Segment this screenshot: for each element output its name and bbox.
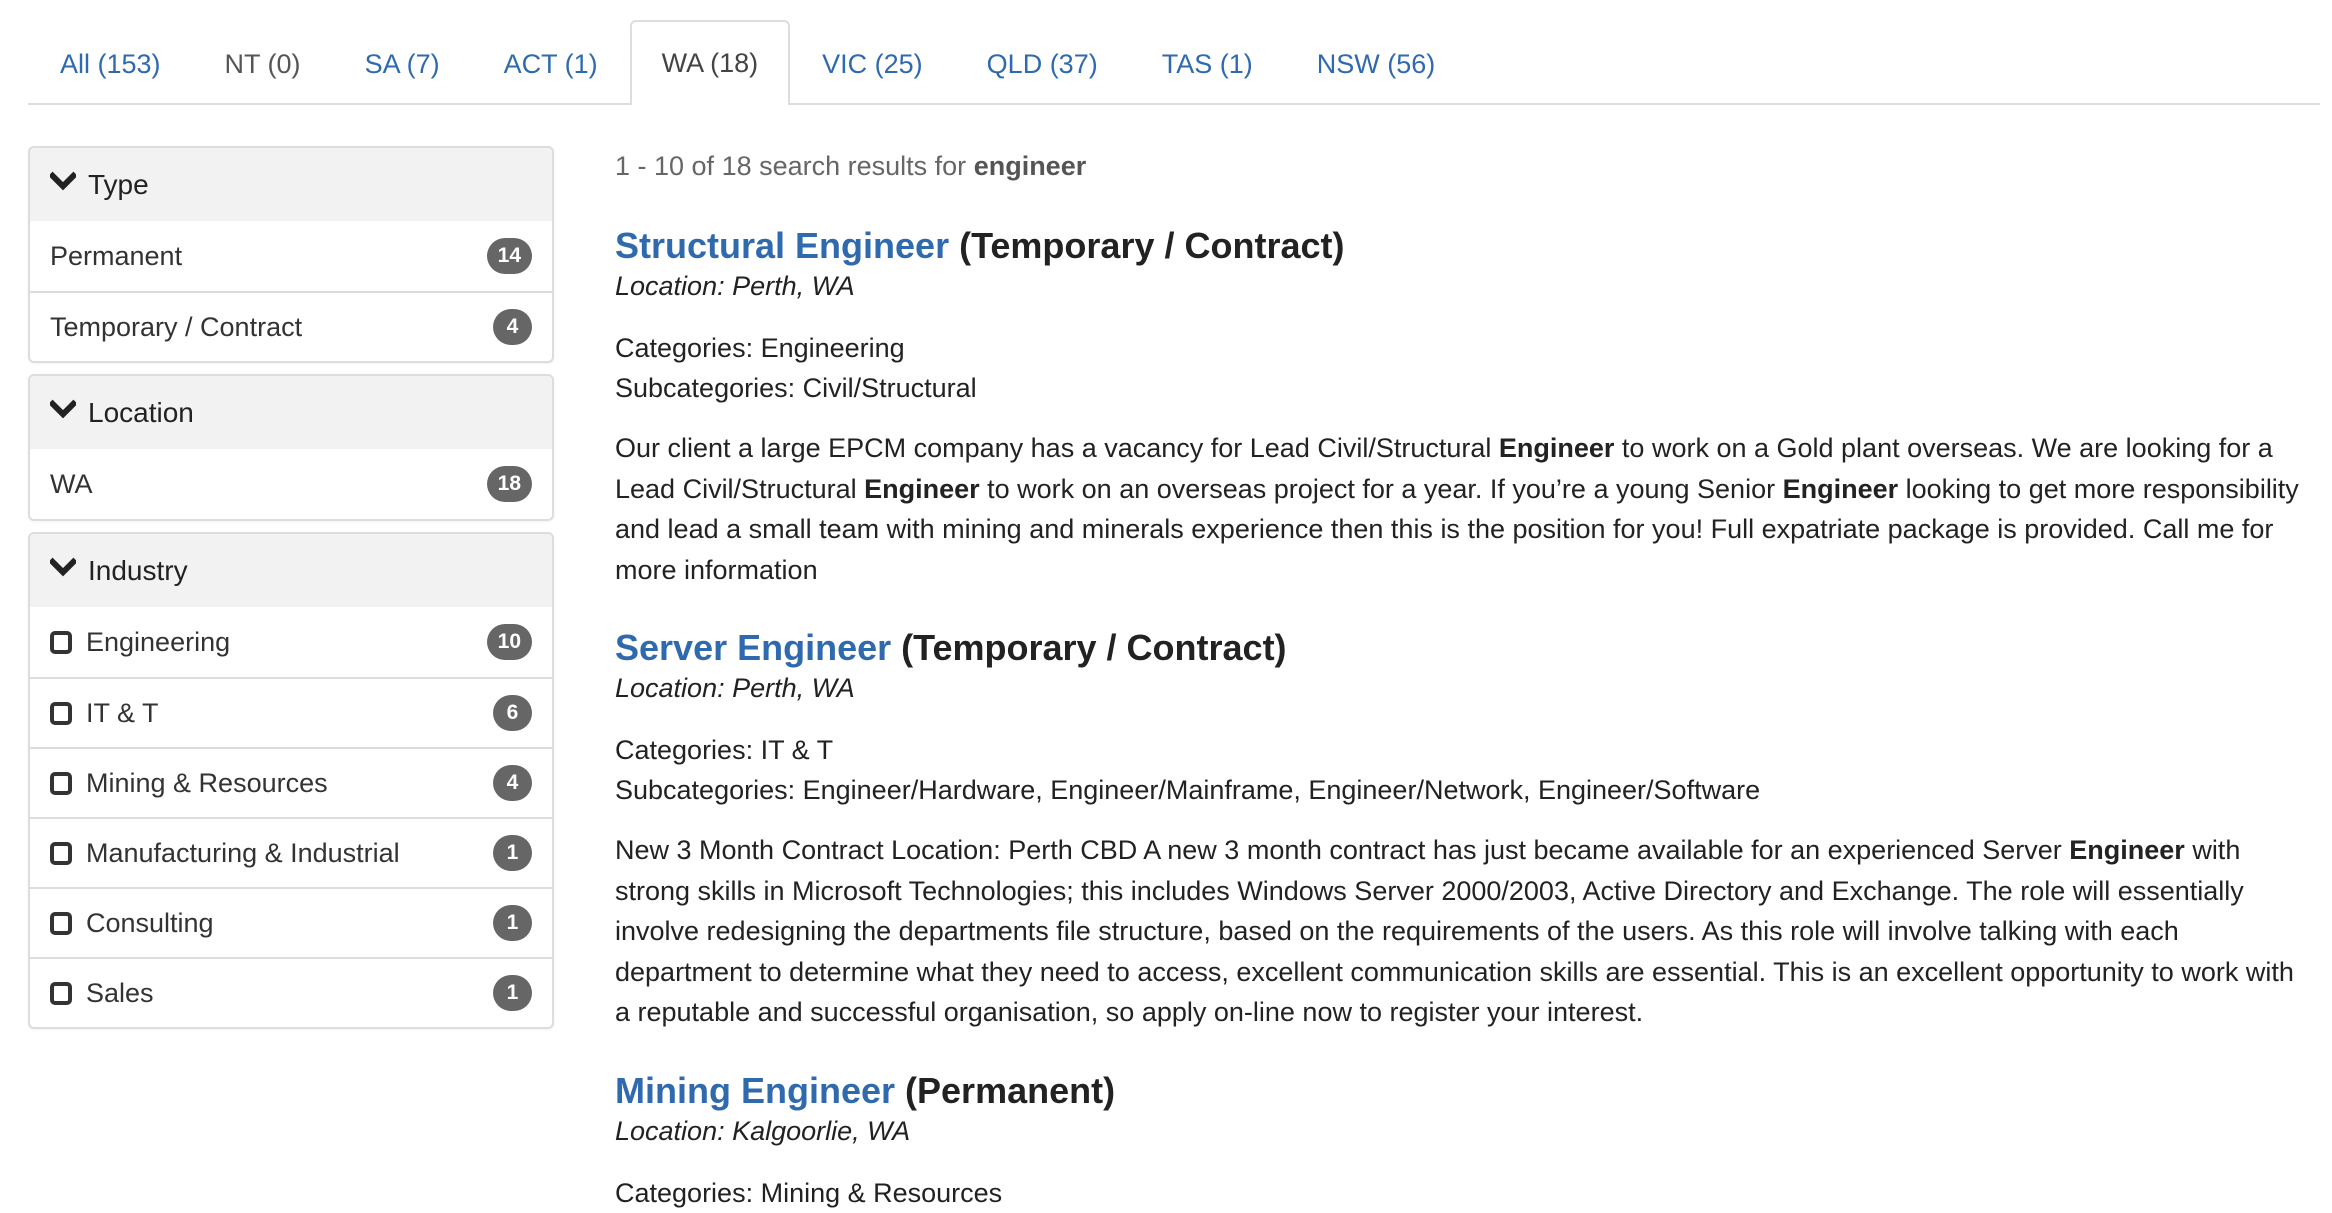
job-heading: Server Engineer (Temporary / Contract)	[615, 626, 2330, 670]
checkbox-icon[interactable]	[50, 911, 72, 935]
job-subcategories: Subcategories: Engineer/Hardware, Engine…	[615, 775, 1761, 805]
filter-item-label: Manufacturing & Industrial	[86, 837, 400, 868]
highlighted-term: Engineer	[2069, 835, 2185, 865]
tab-nt[interactable]: NT (0)	[193, 22, 333, 105]
tab-qld[interactable]: QLD (37)	[955, 22, 1130, 105]
filter-header-type[interactable]: Type	[30, 148, 552, 221]
job-categories: Categories: Engineering	[615, 333, 905, 363]
results-summary-text: 1 - 10 of 18 search results for	[615, 151, 974, 181]
filter-item-temporary-contract[interactable]: Temporary / Contract 4	[30, 291, 552, 361]
tab-sa[interactable]: SA (7)	[333, 22, 472, 105]
job-type: (Permanent)	[905, 1069, 1116, 1111]
filter-header-industry[interactable]: Industry	[30, 534, 552, 607]
filter-item-label: Engineering	[86, 626, 231, 657]
checkbox-icon[interactable]	[50, 841, 72, 865]
count-badge: 6	[493, 695, 532, 731]
checkbox-icon[interactable]	[50, 771, 72, 795]
tab-act[interactable]: ACT (1)	[472, 22, 630, 105]
filter-item-consulting[interactable]: Consulting 1	[30, 887, 552, 957]
count-badge: 4	[493, 309, 532, 345]
state-tabs: All (153) NT (0) SA (7) ACT (1) WA (18) …	[28, 20, 2320, 105]
filter-item-sales[interactable]: Sales 1	[30, 957, 552, 1027]
filter-item-label: Sales	[86, 977, 154, 1008]
filter-item-label: Temporary / Contract	[50, 311, 303, 342]
job-heading: Mining Engineer (Permanent)	[615, 1069, 2330, 1113]
job-title-link[interactable]: Server Engineer	[615, 627, 891, 668]
description-text: Our client a large EPCM company has a va…	[615, 433, 1499, 463]
count-badge: 1	[493, 975, 532, 1011]
count-badge: 1	[493, 835, 532, 871]
search-results: 1 - 10 of 18 search results for engineer…	[615, 146, 2330, 1213]
filter-item-mining-resources[interactable]: Mining & Resources 4	[30, 747, 552, 817]
description-text: to work on an overseas project for a yea…	[979, 473, 1783, 504]
filter-header-location[interactable]: Location	[30, 376, 552, 449]
tab-nsw[interactable]: NSW (56)	[1285, 22, 1468, 105]
filter-item-label: Consulting	[86, 907, 214, 938]
filter-title: Location	[88, 396, 194, 428]
count-badge: 1	[493, 905, 532, 941]
job-location: Location: Perth, WA	[615, 673, 855, 703]
tab-all[interactable]: All (153)	[28, 22, 193, 105]
checkbox-icon[interactable]	[50, 701, 72, 725]
filter-sidebar: Type Permanent 14 Temporary / Contract 4…	[28, 146, 554, 1040]
tab-vic[interactable]: VIC (25)	[790, 22, 955, 105]
chevron-down-icon	[50, 557, 76, 576]
filter-item-wa[interactable]: WA 18	[30, 449, 552, 519]
job-description: New 3 Month Contract Location: Perth CBD…	[615, 830, 2315, 1033]
chevron-down-icon	[50, 399, 76, 418]
job-result: Structural Engineer (Temporary / Contrac…	[615, 224, 2330, 590]
checkbox-icon[interactable]	[50, 981, 72, 1005]
job-categories-block: Categories: Engineering Subcategories: C…	[615, 328, 2330, 408]
job-categories: Categories: Mining & Resources	[615, 1177, 1003, 1208]
tab-tas[interactable]: TAS (1)	[1130, 22, 1285, 105]
count-badge: 14	[486, 238, 532, 274]
count-badge: 10	[486, 624, 532, 660]
job-location: Location: Perth, WA	[615, 271, 855, 301]
tab-wa[interactable]: WA (18)	[629, 20, 791, 105]
filter-panel-location: Location WA 18	[28, 374, 554, 521]
job-heading: Structural Engineer (Temporary / Contrac…	[615, 224, 2330, 268]
count-badge: 18	[486, 466, 532, 502]
job-title-link[interactable]: Mining Engineer	[615, 1070, 895, 1111]
filter-item-manufacturing-industrial[interactable]: Manufacturing & Industrial 1	[30, 817, 552, 887]
job-location: Location: Kalgoorlie, WA	[615, 1115, 911, 1146]
search-query: engineer	[973, 151, 1087, 181]
job-categories-block: Categories: IT & T Subcategories: Engine…	[615, 730, 2330, 810]
checkbox-icon[interactable]	[50, 630, 72, 654]
filter-panel-industry: Industry Engineering 10 IT & T 6 Mining …	[28, 532, 554, 1029]
job-type: (Temporary / Contract)	[901, 627, 1287, 668]
job-result: Mining Engineer (Permanent) Location: Ka…	[615, 1069, 2330, 1213]
filter-item-permanent[interactable]: Permanent 14	[30, 221, 552, 291]
job-categories: Categories: IT & T	[615, 735, 834, 765]
highlighted-term: Engineer	[1782, 473, 1899, 504]
job-type: (Temporary / Contract)	[959, 225, 1345, 266]
filter-item-it-t[interactable]: IT & T 6	[30, 677, 552, 747]
results-summary: 1 - 10 of 18 search results for engineer	[615, 146, 2330, 186]
filter-panel-type: Type Permanent 14 Temporary / Contract 4	[28, 146, 554, 363]
job-subcategories: Subcategories: Civil/Structural	[615, 373, 977, 403]
filter-item-label: Permanent	[50, 240, 183, 271]
count-badge: 4	[493, 765, 532, 801]
filter-item-label: WA	[50, 468, 93, 499]
filter-item-label: IT & T	[86, 697, 159, 728]
highlighted-term: Engineer	[864, 473, 980, 504]
filter-title: Industry	[88, 554, 188, 586]
filter-item-engineering[interactable]: Engineering 10	[30, 607, 552, 677]
job-title-link[interactable]: Structural Engineer	[615, 225, 949, 266]
job-result: Server Engineer (Temporary / Contract) L…	[615, 626, 2330, 1033]
filter-title: Type	[88, 168, 149, 200]
job-description: Our client a large EPCM company has a va…	[615, 428, 2315, 590]
highlighted-term: Engineer	[1498, 433, 1615, 463]
filter-item-label: Mining & Resources	[86, 767, 328, 798]
chevron-down-icon	[50, 171, 76, 190]
job-categories-block: Categories: Mining & Resources	[615, 1173, 2330, 1213]
description-text: New 3 Month Contract Location: Perth CBD…	[615, 835, 2070, 865]
